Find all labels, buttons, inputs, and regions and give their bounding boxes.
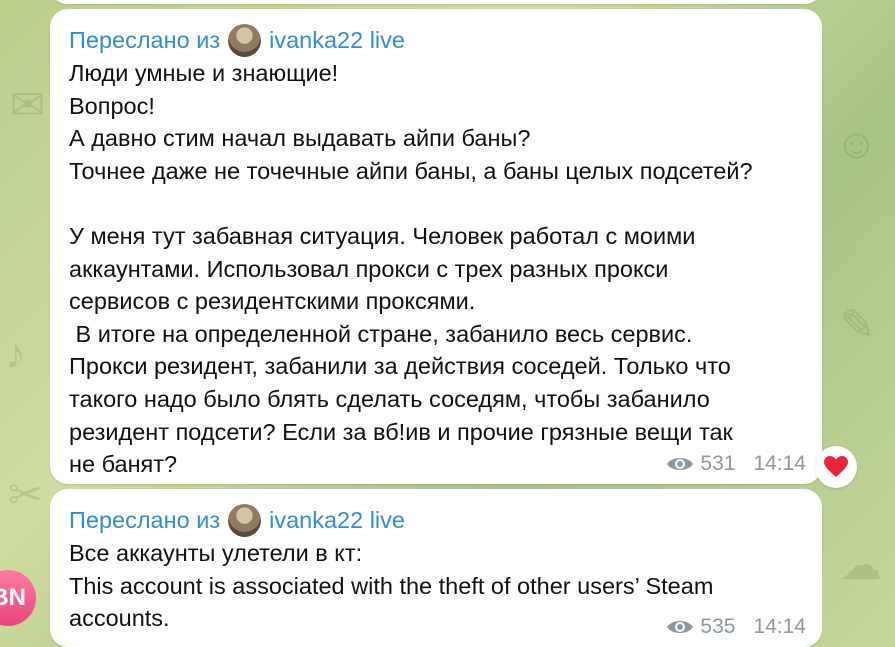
forwarded-prefix: Переслано из [69,507,221,533]
sender-avatar[interactable]: BN [0,570,36,626]
heart-icon [824,456,848,477]
message-time: 14:14 [753,452,806,475]
heart-reaction-button[interactable] [815,446,857,488]
message-meta: 531 14:14 [666,452,806,476]
views-eye-icon [667,621,694,633]
message-bubble[interactable]: Переслано из ivanka22 live Все аккаунты … [50,489,822,647]
message-bubble[interactable]: Переслано из ivanka22 live Люди умные и … [50,9,822,484]
message-text: Люди умные и знающие! Вопрос! А давно ст… [69,60,753,478]
channel-name-link[interactable]: ivanka22 live [269,25,405,55]
view-count: 535 [700,615,736,638]
message-meta: 535 14:14 [666,615,806,639]
view-count: 531 [700,452,736,475]
channel-avatar[interactable] [228,23,262,57]
forwarded-prefix: Переслано из [69,27,221,53]
forwarded-header[interactable]: Переслано из ivanka22 live [69,23,802,57]
forwarded-header[interactable]: Переслано из ivanka22 live [69,503,802,537]
channel-name-link[interactable]: ivanka22 live [269,505,405,535]
sender-initials: BN [0,584,26,611]
channel-avatar[interactable] [228,503,262,537]
views-eye-icon [667,458,694,470]
message-time: 14:14 [753,615,806,638]
previous-message-bubble [50,0,822,4]
